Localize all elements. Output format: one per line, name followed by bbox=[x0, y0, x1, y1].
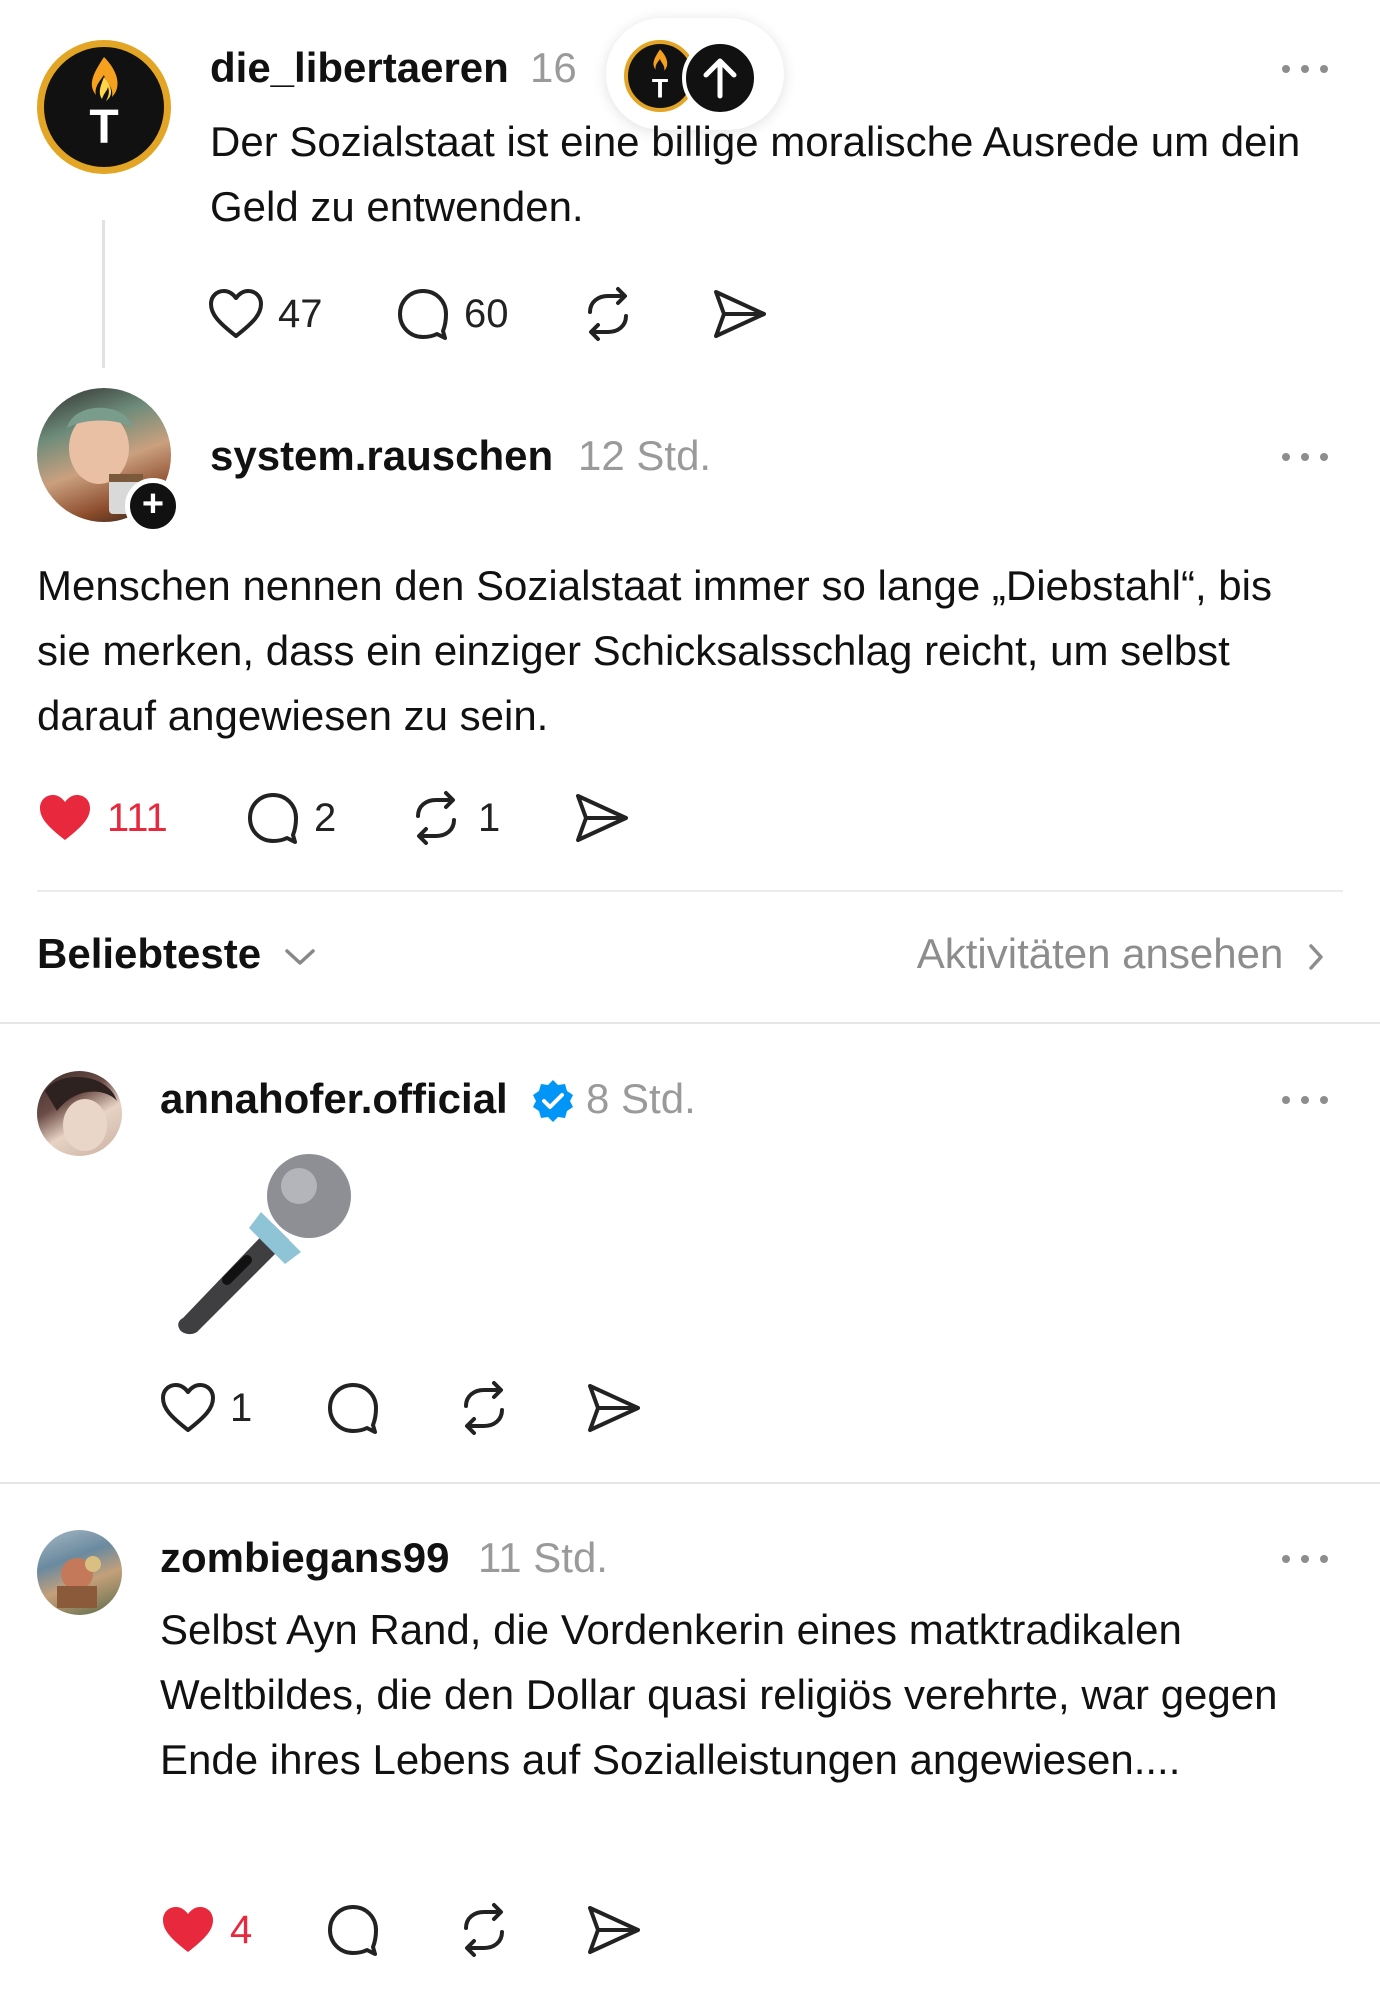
arrow-up-icon bbox=[682, 40, 758, 116]
like-count: 4 bbox=[230, 1907, 253, 1952]
reply-username[interactable]: annahofer.official bbox=[160, 1075, 508, 1123]
sort-label: Beliebteste bbox=[37, 930, 262, 977]
comment-bubble-icon bbox=[326, 1903, 380, 1957]
repost-button[interactable] bbox=[456, 1378, 512, 1438]
chevron-down-icon bbox=[283, 946, 317, 968]
post-username[interactable]: die_libertaeren bbox=[210, 44, 509, 92]
comment-count: 60 bbox=[464, 291, 509, 336]
repost-button[interactable] bbox=[456, 1900, 512, 1960]
torch-logo-icon: T bbox=[89, 57, 119, 154]
send-icon bbox=[712, 288, 768, 340]
post-text: Der Sozialstaat ist eine billige moralis… bbox=[210, 118, 1301, 230]
like-button[interactable]: 111 bbox=[37, 788, 168, 848]
post-time: 16 bbox=[530, 44, 577, 91]
like-button[interactable]: 47 bbox=[208, 284, 323, 344]
follow-plus-button[interactable]: + bbox=[125, 478, 181, 534]
heart-filled-icon bbox=[37, 792, 93, 844]
heart-icon bbox=[160, 1382, 216, 1434]
share-button[interactable] bbox=[586, 1900, 642, 1960]
send-icon bbox=[574, 792, 630, 844]
repost-icon bbox=[408, 790, 464, 846]
share-button[interactable] bbox=[586, 1378, 642, 1438]
profile-photo bbox=[57, 1556, 101, 1608]
like-count: 1 bbox=[230, 1385, 253, 1430]
avatar[interactable]: T bbox=[37, 40, 171, 174]
comment-bubble-icon bbox=[396, 287, 450, 341]
avatar[interactable] bbox=[37, 1530, 122, 1615]
microphone-icon bbox=[165, 1148, 355, 1338]
reply-text: Selbst Ayn Rand, die Vordenkerin eines m… bbox=[160, 1606, 1278, 1783]
more-options-icon[interactable] bbox=[1282, 1093, 1332, 1107]
comment-bubble-icon bbox=[326, 1381, 380, 1435]
like-count: 111 bbox=[107, 795, 168, 840]
sort-dropdown[interactable]: Beliebteste bbox=[37, 930, 317, 978]
share-button[interactable] bbox=[712, 284, 768, 344]
reply-time: 8 Std. bbox=[586, 1075, 696, 1122]
repost-icon bbox=[456, 1380, 512, 1436]
send-icon bbox=[586, 1904, 642, 1956]
thread-line bbox=[102, 220, 105, 368]
comment-bubble-icon bbox=[246, 791, 300, 845]
repost-button[interactable]: 1 bbox=[408, 788, 500, 848]
heart-filled-icon bbox=[160, 1904, 216, 1956]
svg-text:T: T bbox=[652, 73, 668, 103]
send-icon bbox=[586, 1382, 642, 1434]
reply-time: 11 Std. bbox=[478, 1534, 608, 1581]
like-button[interactable]: 4 bbox=[160, 1900, 252, 1960]
chevron-right-icon bbox=[1307, 942, 1325, 972]
view-activity-label: Aktivitäten ansehen bbox=[916, 930, 1284, 977]
repost-button[interactable] bbox=[580, 284, 636, 344]
avatar[interactable] bbox=[37, 1071, 122, 1156]
heart-icon bbox=[208, 288, 264, 340]
more-options-icon[interactable] bbox=[1282, 1552, 1332, 1566]
comment-button[interactable]: 60 bbox=[396, 284, 509, 344]
comment-count: 2 bbox=[314, 795, 337, 840]
post-time: 12 Std. bbox=[578, 432, 712, 479]
divider bbox=[0, 1482, 1380, 1484]
like-button[interactable]: 1 bbox=[160, 1378, 252, 1438]
repost-count: 1 bbox=[478, 795, 501, 840]
repost-icon bbox=[580, 286, 636, 342]
post-text: Menschen nennen den Sozialstaat immer so… bbox=[37, 562, 1273, 739]
svg-text:T: T bbox=[89, 101, 118, 154]
more-options-icon[interactable] bbox=[1282, 62, 1332, 76]
comment-button[interactable] bbox=[326, 1900, 380, 1960]
divider bbox=[37, 890, 1343, 892]
comment-button[interactable]: 2 bbox=[246, 788, 336, 848]
like-count: 47 bbox=[278, 291, 323, 336]
verified-badge-icon bbox=[530, 1078, 576, 1124]
reply-username[interactable]: zombiegans99 bbox=[160, 1534, 449, 1582]
view-activity-link[interactable]: Aktivitäten ansehen bbox=[917, 930, 1325, 978]
post-username[interactable]: system.rauschen bbox=[210, 432, 553, 480]
profile-photo bbox=[45, 1077, 117, 1151]
share-button[interactable] bbox=[574, 788, 630, 848]
comment-button[interactable] bbox=[326, 1378, 380, 1438]
divider bbox=[0, 1022, 1380, 1024]
more-options-icon[interactable] bbox=[1282, 450, 1332, 464]
repost-icon bbox=[456, 1902, 512, 1958]
